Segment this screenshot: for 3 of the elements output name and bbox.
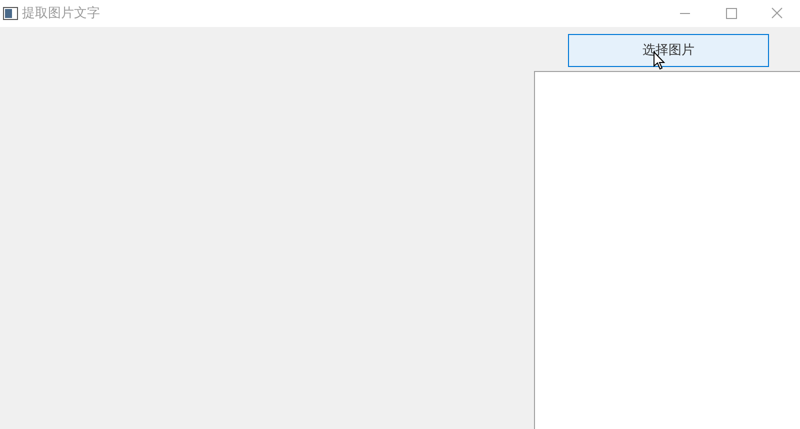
window-title: 提取图片文字 (22, 4, 100, 23)
select-image-button[interactable]: 选择图片 (568, 34, 769, 67)
app-icon (3, 7, 18, 20)
